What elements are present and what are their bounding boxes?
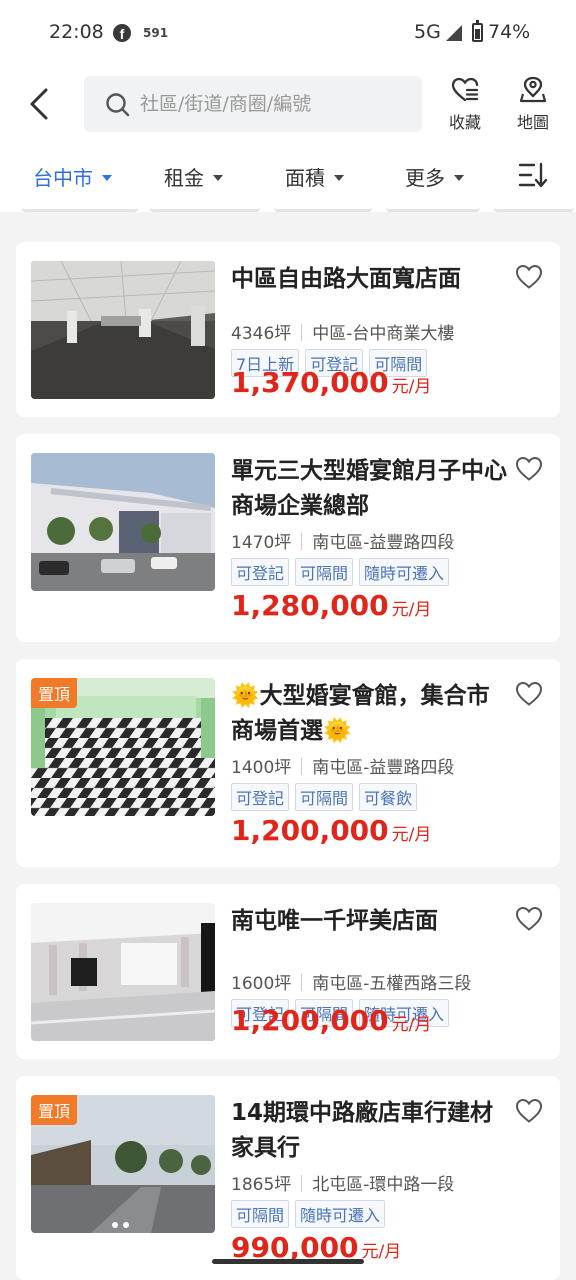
listing-meta: 1865坪 北屯區-環中路一段 xyxy=(231,1170,454,1195)
listing-photo-image xyxy=(31,453,215,591)
status-time: 22:08 xyxy=(49,21,104,43)
listing-area: 1865坪 xyxy=(231,1175,292,1195)
network-type: 5G xyxy=(414,21,441,43)
listing-title[interactable]: 14期環中路廠店車行建材家具行 xyxy=(231,1096,509,1166)
pinned-badge: 置頂 xyxy=(31,1095,78,1125)
favorites-button[interactable]: 收藏 xyxy=(442,77,488,133)
listing-photo[interactable]: 置頂 xyxy=(31,1095,215,1233)
app-591-icon: 591 xyxy=(143,26,169,40)
filter-area[interactable]: 面積 xyxy=(285,162,344,191)
listing-price: 1,370,000 元/月 xyxy=(231,366,432,399)
heart-icon[interactable] xyxy=(515,681,543,707)
listing-meta: 1400坪 南屯區-益豐路四段 xyxy=(231,753,454,778)
filter-rent[interactable]: 租金 xyxy=(164,162,223,191)
search-box[interactable] xyxy=(84,76,422,132)
listing-location: 南屯區-益豐路四段 xyxy=(312,533,455,553)
map-button[interactable]: 地圖 xyxy=(510,77,556,133)
search-input[interactable] xyxy=(140,86,410,122)
battery-icon xyxy=(472,20,483,42)
listing-tag: 可隔間 xyxy=(295,558,354,586)
header: 收藏 地圖 xyxy=(0,66,576,142)
caret-down-icon xyxy=(102,175,112,181)
signal-icon xyxy=(446,25,462,41)
listing-title[interactable]: 單元三大型婚宴館月子中心商場企業總部 xyxy=(231,454,509,524)
listing-area: 1470坪 xyxy=(231,533,292,553)
listing-card[interactable]: 單元三大型婚宴館月子中心商場企業總部 1470坪 南屯區-益豐路四段 可登記 可隔間… xyxy=(16,434,560,642)
listing-card[interactable]: 置頂 🌞大型婚宴會館，集合市商場首選🌞 1400坪 南屯區-益豐路四段 可登記 可隔… xyxy=(16,659,560,867)
listing-title[interactable]: 🌞大型婚宴會館，集合市商場首選🌞 xyxy=(231,679,509,749)
status-bar: 22:08 f 591 5G 74% xyxy=(0,0,576,66)
listing-area: 4346坪 xyxy=(231,324,292,344)
caret-down-icon xyxy=(334,175,344,181)
listing-location: 中區-台中商業大樓 xyxy=(312,324,455,344)
listing-photo[interactable]: 置頂 xyxy=(31,678,215,816)
listing-tag: 可登記 xyxy=(231,558,290,586)
map-label: 地圖 xyxy=(516,113,549,132)
listing-photo[interactable] xyxy=(31,261,215,399)
heart-icon[interactable] xyxy=(515,264,543,290)
listing-tag: 隨時可遷入 xyxy=(359,558,450,586)
caret-down-icon xyxy=(454,175,464,181)
sort-button[interactable] xyxy=(518,162,548,192)
filter-tab-shadow xyxy=(0,205,576,215)
listing-tag: 可餐飲 xyxy=(359,783,418,811)
listing-area: 1400坪 xyxy=(231,758,292,778)
filter-bar: 台中市 租金 面積 更多 xyxy=(0,142,576,212)
back-arrow-icon xyxy=(30,88,48,120)
listing-price: 1,200,000 元/月 xyxy=(231,1004,432,1037)
pinned-badge: 置頂 xyxy=(31,678,78,708)
listing-area: 1600坪 xyxy=(231,974,292,994)
listing-meta: 1470坪 南屯區-益豐路四段 xyxy=(231,528,454,553)
listing-photo[interactable] xyxy=(31,453,215,591)
listing-tags: 可登記 可隔間 可餐飲 xyxy=(231,783,423,811)
listing-card[interactable]: 南屯唯一千坪美店面 1600坪 南屯區-五權西路三段 可登記 可隔間 隨時可遷入 1,… xyxy=(16,884,560,1059)
listing-tag: 隨時可遷入 xyxy=(295,1200,386,1228)
listing-card[interactable]: 中區自由路大面寬店面 4346坪 中區-台中商業大樓 7日上新 可登記 可隔間 1,3… xyxy=(16,242,560,417)
back-button[interactable] xyxy=(22,84,58,124)
filter-more[interactable]: 更多 xyxy=(405,162,464,191)
favorites-label: 收藏 xyxy=(448,113,481,132)
heart-icon[interactable] xyxy=(515,1098,543,1124)
listing-tag: 可隔間 xyxy=(295,783,354,811)
battery-percent: 74% xyxy=(488,21,531,43)
heart-list-icon xyxy=(451,77,479,102)
home-indicator[interactable] xyxy=(212,1259,364,1264)
heart-icon[interactable] xyxy=(515,456,543,482)
listing-card[interactable]: 置頂 14期環中路廠店車行建材家具行 1865坪 北屯區-環中路一段 可隔間 隨時可… xyxy=(16,1076,560,1280)
caret-down-icon xyxy=(213,175,223,181)
listing-tag: 可隔間 xyxy=(231,1200,290,1228)
map-pin-icon xyxy=(519,77,547,103)
listing-tags: 可登記 可隔間 隨時可遷入 xyxy=(231,558,455,586)
listing-title[interactable]: 南屯唯一千坪美店面 xyxy=(231,904,509,939)
sort-icon xyxy=(518,162,548,188)
listing-location: 北屯區-環中路一段 xyxy=(312,1175,455,1195)
listing-price: 1,280,000 元/月 xyxy=(231,589,432,622)
listing-meta: 4346坪 中區-台中商業大樓 xyxy=(231,319,454,344)
listing-photo[interactable] xyxy=(31,903,215,1041)
facebook-icon: f xyxy=(113,24,131,42)
listing-tags: 可隔間 隨時可遷入 xyxy=(231,1200,391,1228)
listing-meta: 1600坪 南屯區-五權西路三段 xyxy=(231,969,471,994)
listing-location: 南屯區-益豐路四段 xyxy=(312,758,455,778)
listing-photo-image xyxy=(31,261,215,399)
listing-title[interactable]: 中區自由路大面寬店面 xyxy=(231,262,509,297)
listing-location: 南屯區-五權西路三段 xyxy=(312,974,472,994)
listing-price: 1,200,000 元/月 xyxy=(231,814,432,847)
listing-tag: 可登記 xyxy=(231,783,290,811)
search-icon xyxy=(106,93,130,117)
filter-city[interactable]: 台中市 xyxy=(33,162,112,191)
heart-icon[interactable] xyxy=(515,906,543,932)
listing-photo-image xyxy=(31,903,215,1041)
